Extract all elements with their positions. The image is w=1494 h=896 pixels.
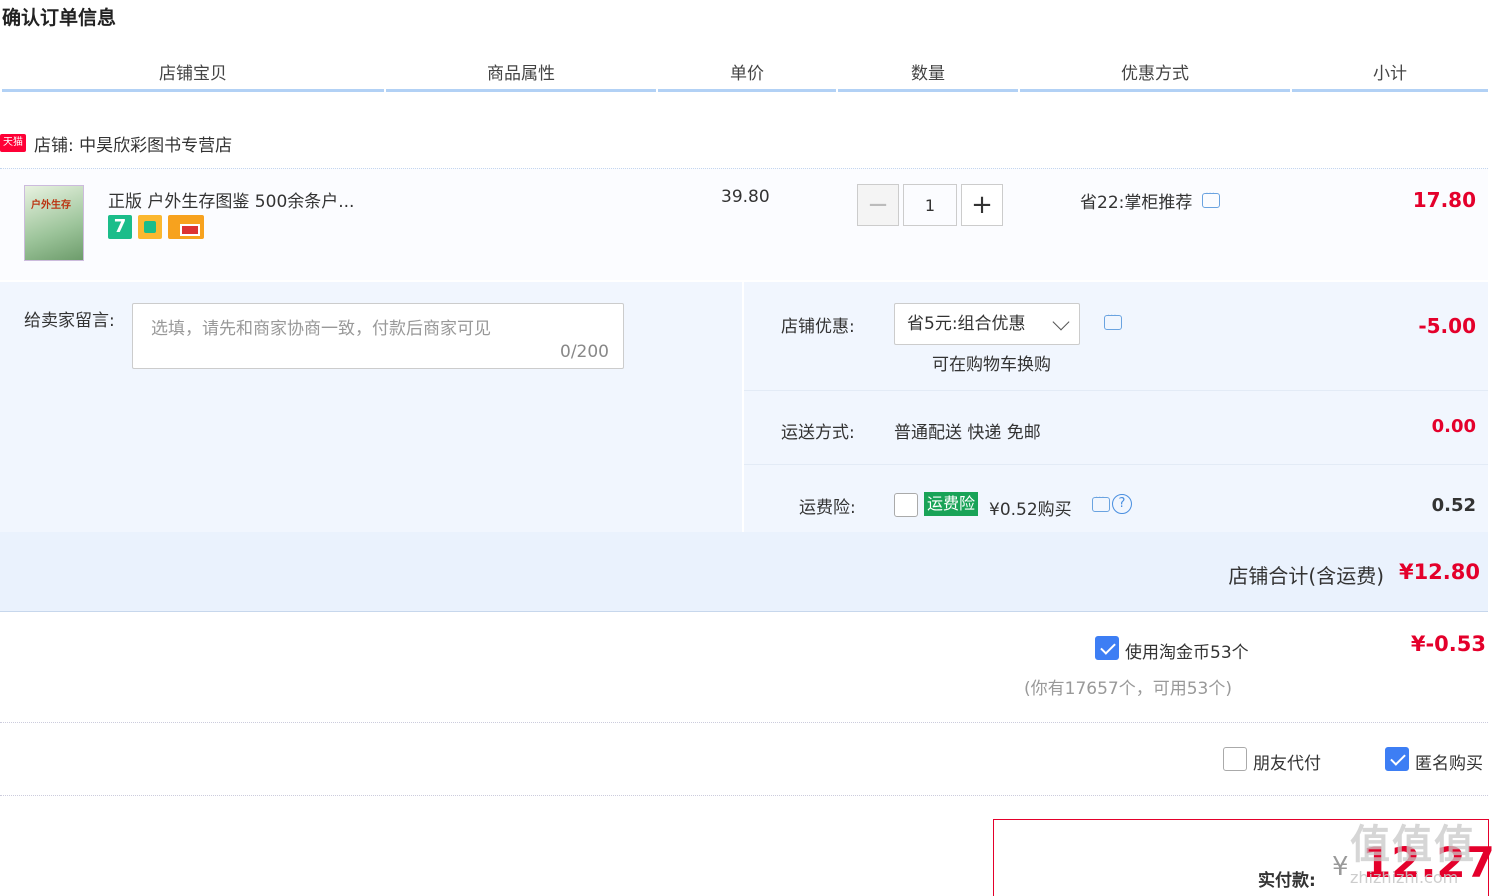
column-subtotal: 小计 <box>1292 60 1488 92</box>
chevron-down-icon <box>1052 313 1070 331</box>
divider <box>744 464 1488 465</box>
memo-counter: 0/200 <box>560 342 609 362</box>
memo-textarea[interactable]: 选填，请先和商家协商一致，付款后商家可见 0/200 <box>132 303 624 369</box>
insurance-desc: ¥0.52购买 <box>989 500 1072 520</box>
chat-bubble-icon[interactable] <box>1092 493 1110 512</box>
shop-total-label: 店铺合计(含运费) <box>1228 564 1384 588</box>
payment-currency: ¥ <box>1332 852 1349 882</box>
credit-card-icon[interactable] <box>168 215 204 239</box>
insurance-checkbox[interactable] <box>894 493 918 517</box>
quantity-stepper: − 1 + <box>857 184 1003 226</box>
coins-note: (你有17657个，可用53个) <box>1024 679 1232 699</box>
insurance-value: 0.52 <box>1431 495 1476 516</box>
tmall-icon: 天猫 <box>0 134 26 152</box>
quantity-decrease-button[interactable]: − <box>857 184 899 226</box>
coins-value: ¥-0.53 <box>1410 632 1486 656</box>
divider <box>0 795 1488 796</box>
item-discount: 省22:掌柜推荐 <box>1080 188 1221 213</box>
divider <box>744 390 1488 391</box>
insurance-label: 运费险: <box>799 498 856 518</box>
unit-price: 39.80 <box>721 187 770 207</box>
watermark-logo: 值值值 <box>1350 822 1476 868</box>
shop-discount-select[interactable]: 省5元:组合优惠 <box>894 303 1080 345</box>
friend-pay-label: 朋友代付 <box>1253 754 1321 774</box>
shop-discount-hint: 可在购物车换购 <box>932 355 1051 375</box>
seven-day-return-icon[interactable]: 7 <box>108 215 132 239</box>
shop-name[interactable]: 店铺: 中昊欣彩图书专营店 <box>34 131 232 156</box>
item-subtotal: 17.80 <box>1412 188 1476 212</box>
memo-placeholder: 选填，请先和商家协商一致，付款后商家可见 <box>151 319 491 339</box>
payment-label: 实付款: <box>1258 871 1316 891</box>
divider <box>0 722 1488 723</box>
column-quantity: 数量 <box>838 60 1018 92</box>
insurance-tag: 运费险 <box>924 492 979 516</box>
column-discount: 优惠方式 <box>1020 60 1290 92</box>
order-item: 户外生存 正版 户外生存图鉴 500余条户... 7 39.80 <box>0 168 1488 280</box>
memo-label: 给卖家留言: <box>24 311 115 331</box>
quantity-increase-button[interactable]: + <box>961 184 1003 226</box>
service-icons: 7 <box>108 215 204 239</box>
help-icon[interactable]: ? <box>1112 494 1132 514</box>
anonymous-label: 匿名购买 <box>1415 754 1483 774</box>
column-unit-price: 单价 <box>658 60 836 92</box>
anonymous-checkbox[interactable] <box>1385 747 1409 771</box>
shipping-label: 运送方式: <box>781 423 855 443</box>
friend-pay-checkbox[interactable] <box>1223 747 1247 771</box>
coins-checkbox[interactable] <box>1095 636 1119 660</box>
shipping-method: 普通配送 快递 免邮 <box>894 423 1041 443</box>
watermark-url: zhizhizhi.com <box>1350 868 1459 887</box>
thumbnail-text: 户外生存 <box>31 200 71 211</box>
shopping-bag-icon[interactable] <box>138 215 162 239</box>
shop-total-bar: 店铺合计(含运费) ¥12.80 <box>0 532 1488 612</box>
column-header: 店铺宝贝 商品属性 单价 数量 优惠方式 小计 <box>0 60 1488 92</box>
coins-label: 使用淘金币53个 <box>1125 643 1249 663</box>
shop-row: 天猫 店铺: 中昊欣彩图书专营店 <box>0 128 232 158</box>
page-title: 确认订单信息 <box>2 7 117 29</box>
insurance-icons: ? <box>1082 493 1132 514</box>
shop-total-value: ¥12.80 <box>1398 560 1480 584</box>
shop-discount-label: 店铺优惠: <box>781 317 855 337</box>
item-discount-label: 省22:掌柜推荐 <box>1080 193 1193 213</box>
product-thumbnail[interactable]: 户外生存 <box>24 185 84 261</box>
shipping-value: 0.00 <box>1431 416 1476 437</box>
quantity-input[interactable]: 1 <box>903 184 957 226</box>
product-title[interactable]: 正版 户外生存图鉴 500余条户... <box>108 187 354 212</box>
chat-bubble-icon[interactable] <box>1202 189 1221 208</box>
chat-bubble-icon[interactable] <box>1104 311 1122 330</box>
shop-discount-selected: 省5元:组合优惠 <box>907 314 1026 334</box>
column-shop-item: 店铺宝贝 <box>2 60 384 92</box>
column-attributes: 商品属性 <box>386 60 656 92</box>
shop-discount-value: -5.00 <box>1418 314 1476 338</box>
